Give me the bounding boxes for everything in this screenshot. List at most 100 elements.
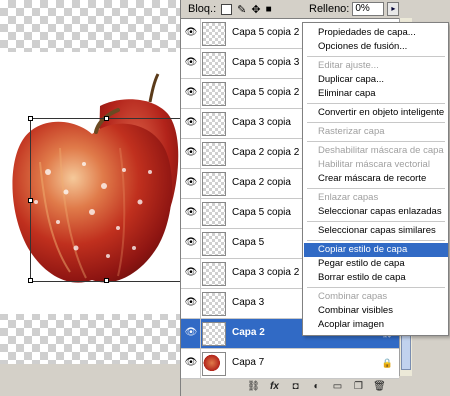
menu-item[interactable]: Habilitar máscara vectorial: [304, 158, 448, 172]
eye-icon[interactable]: 👁: [184, 117, 198, 129]
layer-lock-icon: 🔒: [381, 358, 393, 368]
add-mask-icon[interactable]: ◘: [289, 381, 302, 392]
scrollbar-thumb[interactable]: [401, 330, 411, 370]
layer-name[interactable]: Capa 5: [232, 237, 264, 248]
eye-column-divider: [200, 109, 201, 139]
menu-separator: [307, 221, 445, 222]
layer-thumbnail[interactable]: [202, 82, 226, 106]
menu-item[interactable]: Duplicar capa...: [304, 73, 448, 87]
menu-separator: [307, 188, 445, 189]
menu-item[interactable]: Rasterizar capa: [304, 125, 448, 139]
transform-handle-bm[interactable]: [104, 278, 109, 283]
menu-separator: [307, 56, 445, 57]
new-layer-icon[interactable]: ❐: [352, 381, 365, 392]
layer-name[interactable]: Capa 5 copia: [232, 207, 291, 218]
fill-input[interactable]: 0%: [352, 2, 385, 16]
menu-item[interactable]: Combinar capas: [304, 290, 448, 304]
eye-column-divider: [200, 19, 201, 49]
menu-item[interactable]: Acoplar imagen: [304, 318, 448, 332]
menu-item[interactable]: Opciones de fusión...: [304, 40, 448, 54]
layer-name[interactable]: Capa 2 copia 2: [232, 147, 299, 158]
menu-item[interactable]: Seleccionar capas enlazadas: [304, 205, 448, 219]
transform-handle-bl[interactable]: [28, 278, 33, 283]
menu-item[interactable]: Enlazar capas: [304, 191, 448, 205]
eye-icon[interactable]: 👁: [184, 147, 198, 159]
eye-icon[interactable]: 👁: [184, 267, 198, 279]
layer-name[interactable]: Capa 3 copia: [232, 117, 291, 128]
lock-all-icon[interactable]: ■: [266, 4, 272, 15]
menu-item[interactable]: Pegar estilo de capa: [304, 257, 448, 271]
menu-separator: [307, 122, 445, 123]
layer-name[interactable]: Capa 2 copia: [232, 177, 291, 188]
eye-icon[interactable]: 👁: [184, 297, 198, 309]
eye-column-divider: [200, 229, 201, 259]
document-canvas[interactable]: [0, 0, 182, 396]
eye-icon[interactable]: 👁: [184, 27, 198, 39]
layer-name[interactable]: Capa 3 copia 2: [232, 267, 299, 278]
layer-name[interactable]: Capa 2: [232, 327, 265, 338]
menu-item[interactable]: Copiar estilo de capa: [304, 243, 448, 257]
layer-thumbnail[interactable]: [202, 52, 226, 76]
menu-separator: [307, 141, 445, 142]
layer-thumbnail[interactable]: [202, 322, 226, 346]
eye-column-divider: [200, 169, 201, 199]
layer-thumbnail[interactable]: [202, 232, 226, 256]
link-icon[interactable]: ⛓: [247, 381, 260, 392]
eye-column-divider: [200, 79, 201, 109]
eye-icon[interactable]: 👁: [184, 237, 198, 249]
layer-thumbnail[interactable]: [202, 172, 226, 196]
adjustment-layer-icon[interactable]: ◐: [310, 381, 323, 392]
layer-thumbnail[interactable]: [202, 112, 226, 136]
menu-item[interactable]: Deshabilitar máscara de capa: [304, 144, 448, 158]
transform-handle-tm[interactable]: [104, 116, 109, 121]
layer-name[interactable]: Capa 3: [232, 297, 264, 308]
eye-icon[interactable]: 👁: [184, 357, 198, 369]
layer-thumbnail[interactable]: [202, 202, 226, 226]
layer-context-menu: Propiedades de capa... Opciones de fusión…: [302, 22, 449, 336]
layers-toolbar: Bloq.: ✎ ✥ ■ Relleno: 0% ▸: [181, 0, 450, 18]
new-group-icon[interactable]: ▭: [331, 381, 344, 392]
eye-icon[interactable]: 👁: [184, 57, 198, 69]
layer-name[interactable]: Capa 7: [232, 357, 264, 368]
free-transform-bounding-box[interactable]: [28, 116, 182, 283]
lock-label: Bloq.:: [188, 3, 217, 15]
menu-separator: [307, 240, 445, 241]
delete-layer-icon[interactable]: 🗑: [373, 381, 386, 392]
layer-name[interactable]: Capa 5 copia 2: [232, 87, 299, 98]
layer-thumbnail[interactable]: [202, 142, 226, 166]
lock-transparency-icon[interactable]: [221, 3, 233, 15]
eye-icon[interactable]: 👁: [184, 87, 198, 99]
layer-row[interactable]: 👁 Capa 7 🔒: [181, 349, 399, 379]
menu-separator: [307, 103, 445, 104]
layer-thumbnail[interactable]: [202, 352, 226, 376]
eye-column-divider: [200, 289, 201, 319]
menu-item[interactable]: Propiedades de capa...: [304, 26, 448, 40]
layer-thumbnail[interactable]: [202, 292, 226, 316]
menu-item[interactable]: Seleccionar capas similares: [304, 224, 448, 238]
layers-bottom-bar: ⛓ fx ◘ ◐ ▭ ❐ 🗑: [181, 376, 450, 396]
lock-paint-icon[interactable]: ✎: [237, 3, 246, 16]
eye-column-divider: [200, 349, 201, 379]
eye-column-divider: [200, 259, 201, 289]
lock-move-icon[interactable]: ✥: [251, 3, 260, 16]
menu-item[interactable]: Convertir en objeto inteligente: [304, 106, 448, 120]
menu-item[interactable]: Crear máscara de recorte: [304, 172, 448, 186]
layer-thumbnail[interactable]: [202, 262, 226, 286]
menu-separator: [307, 287, 445, 288]
menu-item[interactable]: Borrar estilo de capa: [304, 271, 448, 285]
fx-icon[interactable]: fx: [268, 381, 281, 392]
layer-name[interactable]: Capa 5 copia 3: [232, 57, 299, 68]
menu-item[interactable]: Eliminar capa: [304, 87, 448, 101]
menu-item[interactable]: Combinar visibles: [304, 304, 448, 318]
eye-icon[interactable]: 👁: [184, 327, 198, 339]
fill-control: Relleno: 0% ▸: [309, 2, 400, 16]
fill-slider-arrow-icon[interactable]: ▸: [387, 2, 400, 16]
transform-handle-tl[interactable]: [28, 116, 33, 121]
eye-column-divider: [200, 49, 201, 79]
layer-thumbnail[interactable]: [202, 22, 226, 46]
eye-icon[interactable]: 👁: [184, 207, 198, 219]
transform-handle-ml[interactable]: [28, 198, 33, 203]
eye-icon[interactable]: 👁: [184, 177, 198, 189]
layer-name[interactable]: Capa 5 copia 2: [232, 27, 299, 38]
menu-item[interactable]: Editar ajuste...: [304, 59, 448, 73]
